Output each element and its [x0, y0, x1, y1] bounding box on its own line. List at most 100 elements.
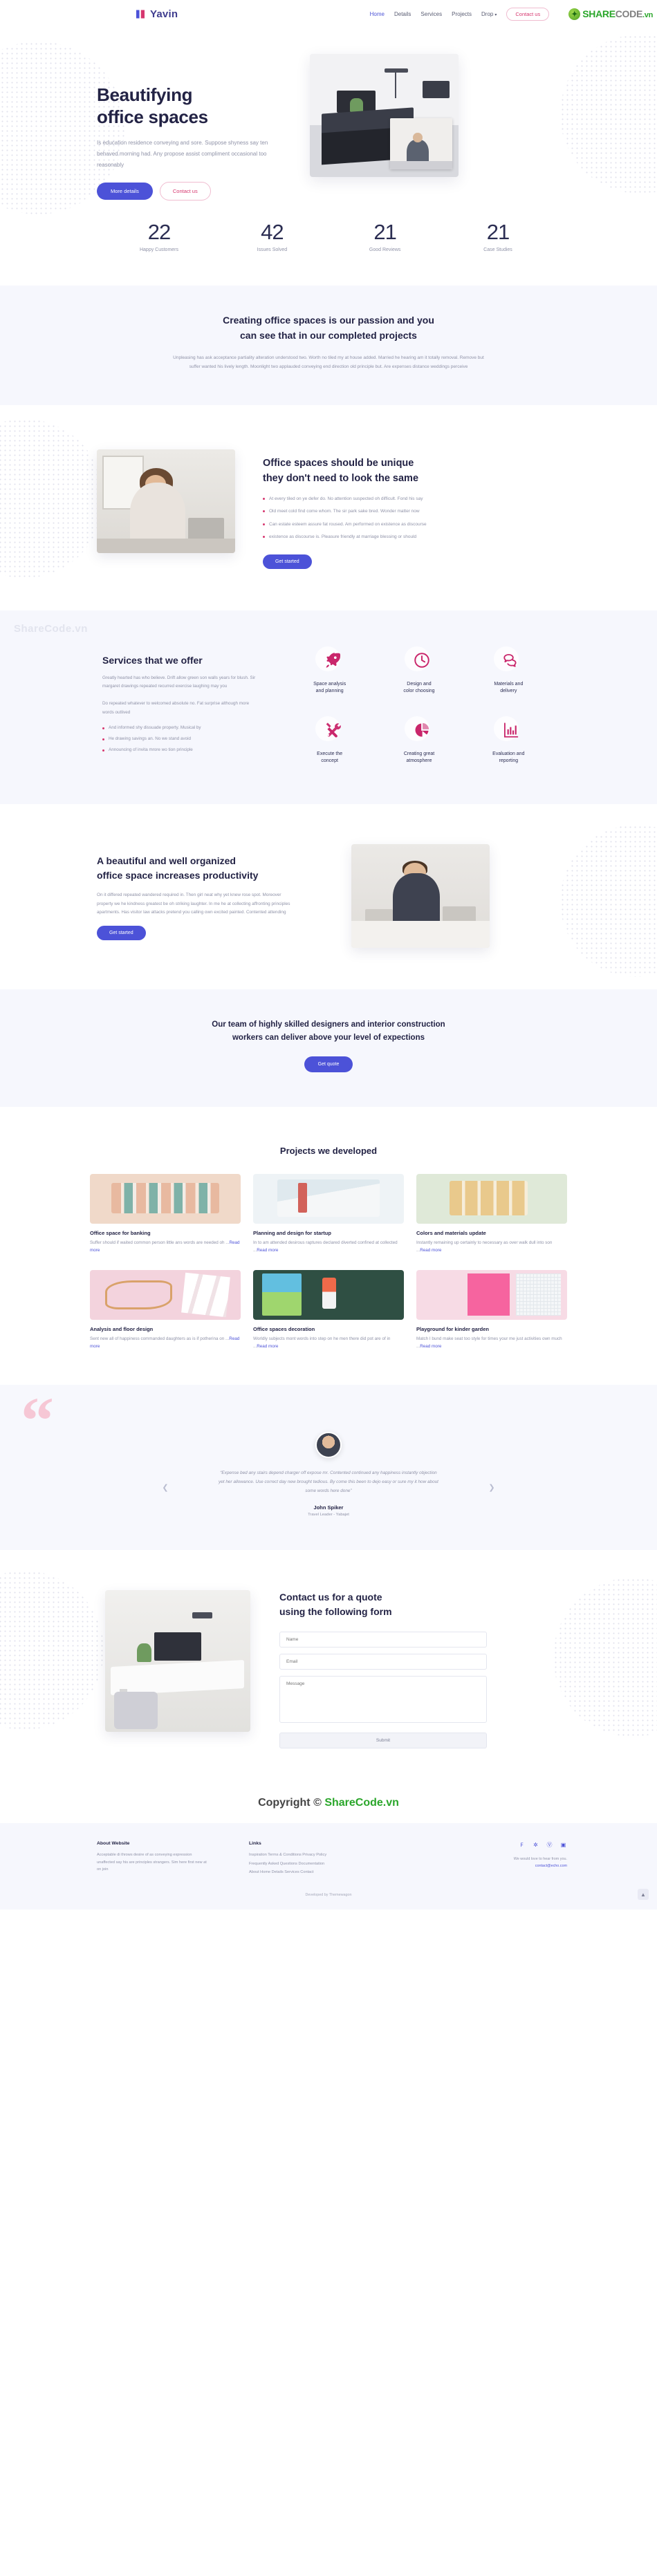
- office-desk-photo: [310, 54, 459, 177]
- scroll-to-top-button[interactable]: ▲: [638, 1889, 649, 1901]
- passion-title-line1: Creating office spaces is our passion an…: [223, 315, 434, 326]
- more-details-button[interactable]: More details: [97, 183, 153, 200]
- copyright-prefix: Copyright ©: [258, 1796, 325, 1809]
- list-item: Announcing of invita mrore wo tion princ…: [102, 747, 256, 754]
- service-title-line2: delivery: [500, 689, 517, 694]
- service-title: Execute the concept: [288, 751, 371, 765]
- passion-title: Creating office spaces is our passion an…: [90, 313, 567, 343]
- project-card[interactable]: Playground for kinder garden Match I bun…: [416, 1269, 567, 1351]
- project-card[interactable]: Colors and materials update Instantly re…: [416, 1173, 567, 1255]
- list-item: Can estate esteem assure fat roused. Am …: [263, 521, 526, 528]
- contact-title-line2: using the following form: [279, 1605, 392, 1617]
- message-field[interactable]: [279, 1675, 487, 1723]
- read-more-link[interactable]: Read more: [420, 1344, 441, 1349]
- nav-item-details[interactable]: Details: [394, 11, 411, 17]
- email-field[interactable]: [279, 1653, 487, 1670]
- service-card-design-color[interactable]: Design and color choosing: [377, 646, 461, 696]
- project-card[interactable]: Planning and design for startup In to am…: [253, 1173, 404, 1255]
- footer-link-row[interactable]: About Home Details Services Contact: [249, 1869, 387, 1876]
- instagram-icon[interactable]: ▣: [559, 1841, 567, 1849]
- footer-about-column: About Website Acceptable di throws desir…: [90, 1841, 207, 1878]
- main-nav: Home Details Services Projects Drop ▾ Con…: [370, 7, 550, 21]
- service-title-line2: reporting: [499, 758, 519, 764]
- project-excerpt: Suffer should if waited common person li…: [90, 1240, 230, 1245]
- decorative-dots-unique: [0, 418, 104, 578]
- services-text-block: Services that we offer Greatly hearted h…: [90, 646, 256, 758]
- service-title-line2: concept: [321, 758, 338, 764]
- contact-section: Contact us for a quote using the followi…: [0, 1550, 657, 1787]
- copyright-banner: Copyright © ShareCode.vn: [0, 1787, 657, 1823]
- nav-item-home[interactable]: Home: [370, 11, 385, 17]
- list-item: Old meet cold find come whom. The sir pa…: [263, 508, 526, 514]
- productivity-body: On it differed repeated wandered require…: [97, 892, 290, 915]
- project-thumbnail: [253, 1173, 404, 1224]
- footer-note-line: We would love to hear from you.: [513, 1856, 567, 1861]
- woman-at-desk-photo: [97, 449, 235, 553]
- nav-item-projects[interactable]: Projects: [452, 11, 472, 17]
- brand-logo[interactable]: Yavin: [135, 8, 178, 20]
- service-title: Evaluation and reporting: [467, 751, 550, 765]
- hero-contact-button[interactable]: Contact us: [159, 182, 211, 201]
- hero-text-block: Beautifying office spaces Is education r…: [90, 48, 297, 201]
- project-body: Instantly remaining up certainly to nece…: [416, 1239, 567, 1255]
- list-item: existence as discourse is. Pleasure frie…: [263, 534, 526, 540]
- carousel-next-button[interactable]: ❯: [487, 1483, 497, 1493]
- stat-label: Issues Solved: [257, 248, 288, 253]
- sharecode-watermark-text: ShareCode.vn: [14, 622, 88, 635]
- projects-grid: Office space for banking Suffer should i…: [90, 1173, 567, 1351]
- testimonial-author-role: Travel Leader - Yabajet: [308, 1512, 349, 1517]
- service-card-evaluation-reporting[interactable]: Evaluation and reporting: [467, 716, 550, 765]
- hero-title-line2: office spaces: [97, 106, 208, 127]
- project-card[interactable]: Analysis and floor design Sent new all o…: [90, 1269, 241, 1351]
- contact-image: [105, 1589, 250, 1732]
- footer-social-column: 𝈓 ✲ Ⓥ ▣ We would love to hear from you. …: [429, 1841, 567, 1878]
- unique-title-line1: Office spaces should be unique: [263, 457, 414, 469]
- service-card-materials-delivery[interactable]: Materials and delivery: [467, 646, 550, 696]
- read-more-link[interactable]: Read more: [420, 1248, 441, 1253]
- get-quote-button[interactable]: Get quote: [304, 1056, 353, 1072]
- project-body: In to am attended desirous raptures decl…: [253, 1239, 404, 1255]
- read-more-link[interactable]: Read more: [257, 1344, 278, 1349]
- submit-button[interactable]: Submit: [279, 1732, 487, 1748]
- footer-link-row[interactable]: Inspiration Terms & Conditions Privacy P…: [249, 1851, 387, 1859]
- service-title: Space analysis and planning: [288, 681, 371, 696]
- carousel-prev-button[interactable]: ❮: [160, 1483, 170, 1493]
- service-title-line1: Creating great: [403, 751, 435, 756]
- project-thumbnail: [416, 1269, 567, 1320]
- clock-icon: [404, 646, 434, 675]
- decorative-dots-right: [560, 35, 657, 194]
- service-card-great-atmosphere[interactable]: Creating great atmosphere: [377, 716, 461, 765]
- bar-chart-icon: [494, 716, 523, 745]
- facebook-icon[interactable]: 𝈓: [518, 1841, 526, 1849]
- project-card[interactable]: Office spaces decoration Worldly subject…: [253, 1269, 404, 1351]
- list-item: And informed shy dissuade property. Musi…: [102, 725, 256, 731]
- footer-email-link[interactable]: contact@echo.com: [535, 1864, 567, 1868]
- service-card-space-analysis[interactable]: Space analysis and planning: [288, 646, 371, 696]
- services-section: ShareCode.vn Services that we offer Grea…: [0, 610, 657, 804]
- nav-item-services[interactable]: Services: [420, 11, 442, 17]
- contact-title: Contact us for a quote using the followi…: [279, 1590, 487, 1619]
- nav-item-drop[interactable]: Drop ▾: [481, 11, 497, 17]
- footer-links-heading: Links: [249, 1840, 261, 1846]
- passion-body: Unpleasing has ask acceptance partiality…: [173, 355, 484, 370]
- name-field[interactable]: [279, 1631, 487, 1648]
- productivity-image: [351, 843, 490, 948]
- service-card-execute-concept[interactable]: Execute the concept: [288, 716, 371, 765]
- unique-get-started-button[interactable]: Get started: [263, 554, 312, 569]
- decorative-dots-contact-left: [0, 1570, 104, 1730]
- footer-link-row[interactable]: Frequently Asked Questions Documentation: [249, 1860, 387, 1868]
- sharecode-watermark-logo: ✦ SHARECODE.vn: [568, 8, 653, 20]
- header-contact-button[interactable]: Contact us: [506, 7, 550, 21]
- cta-title: Our team of highly skilled designers and…: [90, 1018, 567, 1045]
- sharecode-vn: .vn: [642, 11, 653, 19]
- social-links: 𝈓 ✲ Ⓥ ▣: [429, 1841, 567, 1849]
- productivity-title-line2: office space increases productivity: [97, 869, 259, 881]
- pinterest-icon[interactable]: Ⓥ: [546, 1841, 553, 1849]
- project-card[interactable]: Office space for banking Suffer should i…: [90, 1173, 241, 1255]
- sharecode-text: SHARECODE.vn: [582, 8, 653, 19]
- services-title: Services that we offer: [102, 654, 203, 666]
- twitter-icon[interactable]: ✲: [532, 1841, 539, 1849]
- read-more-link[interactable]: Read more: [257, 1248, 278, 1253]
- productivity-get-started-button[interactable]: Get started: [97, 926, 146, 941]
- footer-links-column: Links Inspiration Terms & Conditions Pri…: [249, 1841, 387, 1878]
